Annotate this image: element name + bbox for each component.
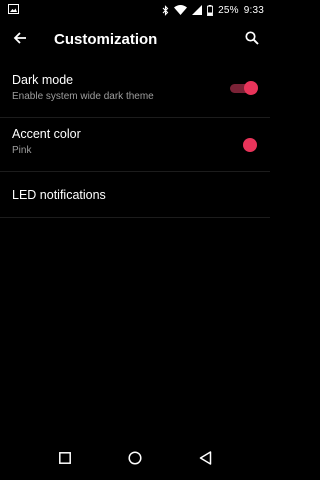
bluetooth-icon [162, 4, 169, 16]
recents-square-icon [59, 451, 71, 469]
recents-button[interactable] [50, 445, 80, 475]
back-triangle-icon [199, 450, 212, 470]
home-circle-icon [128, 450, 142, 470]
dark-mode-toggle[interactable] [228, 81, 258, 95]
wifi-icon [174, 5, 188, 15]
arrow-back-icon [13, 31, 27, 50]
clock: 9:33 [243, 4, 264, 16]
battery-percent: 25% [218, 4, 239, 16]
battery-icon [207, 4, 214, 16]
back-button[interactable] [8, 28, 32, 52]
app-bar: Customization [0, 20, 270, 60]
image-notification-icon [8, 3, 19, 17]
nav-back-button[interactable] [190, 445, 220, 475]
setting-dark-mode[interactable]: Dark mode Enable system wide dark theme [0, 64, 270, 118]
status-left [8, 3, 19, 17]
status-bar: 25% 9:33 [0, 0, 270, 20]
settings-list: Dark mode Enable system wide dark theme … [0, 64, 270, 218]
setting-title: Accent color [12, 127, 81, 141]
signal-icon [192, 5, 203, 15]
customization-screen: 25% 9:33 Customization Dark mode Enable … [0, 0, 270, 480]
search-icon [245, 30, 259, 50]
status-right: 25% 9:33 [162, 4, 264, 16]
setting-subtitle: Enable system wide dark theme [12, 91, 154, 102]
setting-led-notifications[interactable]: LED notifications [0, 172, 270, 218]
toggle-thumb [244, 81, 258, 95]
home-button[interactable] [120, 445, 150, 475]
search-button[interactable] [240, 28, 264, 52]
page-title: Customization [54, 31, 158, 48]
setting-subtitle: Pink [12, 145, 32, 156]
setting-title: LED notifications [12, 188, 106, 202]
setting-title: Dark mode [12, 73, 74, 87]
accent-color-swatch [243, 138, 257, 152]
navigation-bar [0, 440, 270, 480]
setting-accent-color[interactable]: Accent color Pink [0, 118, 270, 172]
